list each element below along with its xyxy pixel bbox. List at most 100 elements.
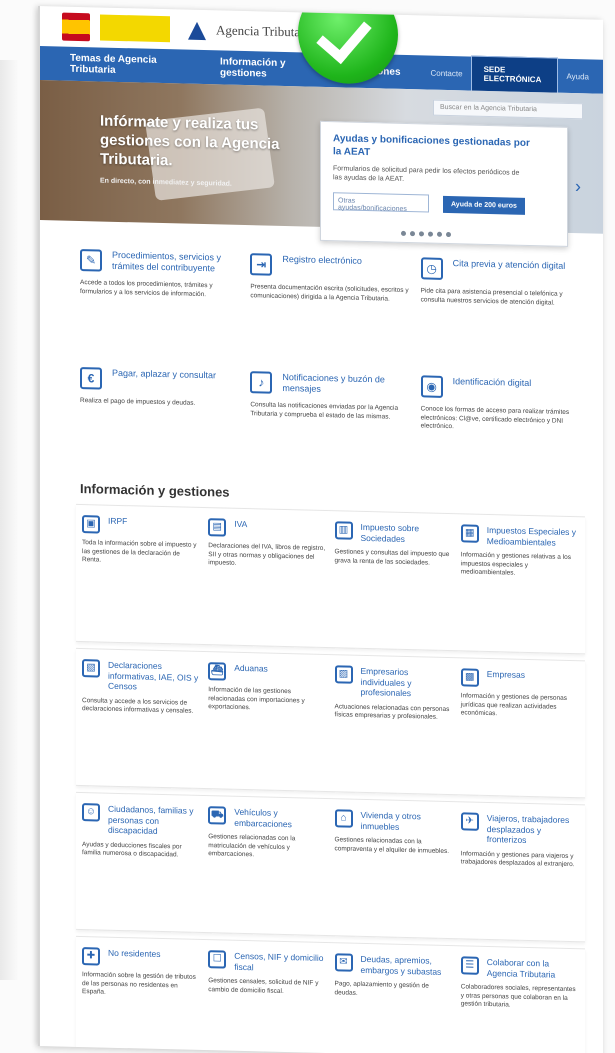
- info-card-desc: Información y gestiones para viajeros y …: [460, 849, 575, 869]
- service-card-title[interactable]: Registro electrónico: [282, 254, 362, 267]
- info-card-desc: Gestiones censales, solicitud de NIF y c…: [208, 977, 319, 995]
- info-card-desc: Información y gestiones relativas a los …: [460, 551, 571, 577]
- nav-link-ayuda[interactable]: Ayuda: [566, 71, 589, 81]
- info-card-title[interactable]: Declaraciones informativas, IAE, OIS y C…: [108, 660, 200, 694]
- info-card-desc: Gestiones y consultas del impuesto que g…: [334, 548, 450, 567]
- carousel-dot[interactable]: [428, 231, 433, 237]
- ministry-logo: [100, 14, 170, 43]
- info-card-title[interactable]: Vehículos y embarcaciones: [234, 807, 326, 830]
- info-card-title[interactable]: IRPF: [108, 516, 127, 527]
- info-grid: ▣ IRPF Toda la información sobre el impues…: [76, 505, 585, 653]
- service-card-desc: Conoce los formas de acceso para realiza…: [420, 405, 570, 431]
- info-card-head: ▣ IRPF: [82, 515, 200, 536]
- printed-page: Agencia Tributaria Temas de Agencia Trib…: [38, 6, 603, 1053]
- info-card-title[interactable]: Empresas: [487, 669, 525, 680]
- colaborar-icon: ☰: [460, 956, 479, 975]
- info-card-head: ✈ Viajeros, trabajadores desplazados y fr…: [460, 812, 579, 847]
- info-card-title[interactable]: Deudas, apremios, embargos y subastas: [361, 954, 453, 977]
- info-card-desc: Ayudas y deducciones fiscales por famili…: [82, 840, 182, 859]
- service-card[interactable]: ♪ Notificaciones y buzón de mensajes Consu…: [250, 371, 408, 479]
- agency-logo-icon: [188, 19, 206, 41]
- info-card-title[interactable]: Ciudadanos, familias y personas con disc…: [108, 804, 200, 838]
- services-grid: ✎ Procedimientos, servicios y trámites de…: [40, 220, 603, 484]
- service-card-title[interactable]: Notificaciones y buzón de mensajes: [282, 372, 408, 397]
- info-card[interactable]: ⛴ Aduanas Información de las gestiones rel…: [208, 662, 326, 781]
- info-card-title[interactable]: Viajeros, trabajadores desplazados y fro…: [487, 813, 579, 847]
- info-card-desc: Información de las gestiones relacionada…: [208, 686, 305, 712]
- service-card-title[interactable]: Pagar, aplazar y consultar: [112, 368, 216, 382]
- carousel-dot[interactable]: [401, 230, 406, 236]
- info-card[interactable]: ▤ IVA Declaraciones del IVA, libros de reg…: [208, 518, 326, 637]
- carousel-dots: [401, 230, 451, 238]
- info-card-head: ▨ Empresarios individuales y profesionale…: [334, 665, 453, 700]
- info-card-title[interactable]: Impuesto sobre Sociedades: [361, 522, 453, 545]
- info-grid: ☺ Ciudadanos, familias y personas con dis…: [76, 793, 585, 941]
- ayuda-200-button[interactable]: Ayuda de 200 euros: [443, 195, 525, 215]
- ayudas-card-actions: Otras ayudas/bonificaciones Ayuda de 200…: [333, 192, 555, 215]
- info-grid: ▧ Declaraciones informativas, IAE, OIS y …: [76, 649, 585, 797]
- info-card[interactable]: ▨ Empresarios individuales y profesionale…: [334, 665, 453, 784]
- info-card[interactable]: ▦ Impuestos Especiales y Medioambientales…: [460, 524, 579, 643]
- info-card[interactable]: ☰ Colaborar con la Agencia Tributaria Cola…: [460, 956, 579, 1053]
- service-card-desc: Realiza el pago de impuestos y deudas.: [80, 397, 196, 407]
- nav-link-contacte[interactable]: Contacte: [431, 68, 463, 78]
- service-card[interactable]: € Pagar, aplazar y consultar Realiza el pa…: [80, 367, 238, 475]
- service-card-title[interactable]: Cita previa y atención digital: [453, 258, 566, 272]
- info-card[interactable]: ▥ Impuesto sobre Sociedades Gestiones y co…: [334, 521, 453, 640]
- service-card-head: ♪ Notificaciones y buzón de mensajes: [250, 371, 408, 397]
- chart-icon: ▩: [460, 668, 479, 687]
- ayudas-card-text: Formularios de solicitud para pedir los …: [333, 165, 520, 183]
- service-card-head: ✎ Procedimientos, servicios y trámites de…: [80, 249, 238, 275]
- info-card-desc: Pago, aplazamiento y gestión de deudas.: [334, 980, 429, 997]
- service-card[interactable]: ⇥ Registro electrónico Presenta documentac…: [250, 253, 409, 361]
- info-card[interactable]: ☐ Censos, NIF y domicilio fiscal Gestiones…: [208, 950, 326, 1053]
- ship-icon: ⛴: [208, 662, 227, 681]
- sede-electronica-button[interactable]: SEDE ELECTRÓNICA: [470, 55, 559, 94]
- info-block: ✚ No residentes Información sobre la gesti…: [76, 935, 585, 1053]
- info-card-head: ⌂ Vivienda y otros inmuebles: [334, 809, 453, 833]
- service-card-title[interactable]: Identificación digital: [453, 376, 532, 389]
- ayudas-card-title[interactable]: Ayudas y bonificaciones gestionadas por …: [333, 132, 533, 163]
- carousel-dot[interactable]: [410, 231, 415, 237]
- carousel-dot[interactable]: [419, 231, 424, 237]
- info-card[interactable]: ⌂ Vivienda y otros inmuebles Gestiones rel…: [334, 809, 453, 928]
- info-card[interactable]: ✉ Deudas, apremios, embargos y subastas Pa…: [334, 953, 453, 1053]
- info-card-desc: Declaraciones del IVA, libros de registr…: [208, 542, 326, 567]
- info-card-title[interactable]: Censos, NIF y domicilio fiscal: [234, 951, 326, 974]
- info-card[interactable]: ✚ No residentes Información sobre la gesti…: [82, 947, 200, 1053]
- info-card-title[interactable]: Impuestos Especiales y Medioambientales: [487, 525, 579, 548]
- info-card-title[interactable]: Colaborar con la Agencia Tributaria: [487, 957, 579, 980]
- info-card-title[interactable]: Vivienda y otros inmuebles: [361, 810, 453, 833]
- service-card[interactable]: ◉ Identificación digital Conoce los formas…: [420, 375, 579, 483]
- info-card-head: ▩ Empresas: [460, 668, 579, 689]
- info-card-title[interactable]: IVA: [234, 519, 247, 530]
- info-card[interactable]: ☺ Ciudadanos, familias y personas con dis…: [82, 803, 200, 922]
- info-card-title[interactable]: Empresarios individuales y profesionales: [361, 666, 453, 700]
- nav-item-temas[interactable]: Temas de Agencia Tributaria: [70, 53, 190, 78]
- carousel-dot[interactable]: [437, 231, 442, 237]
- info-blocks: ▣ IRPF Toda la información sobre el impues…: [40, 503, 603, 1053]
- service-card[interactable]: ◷ Cita previa y atención digital Pide cita…: [420, 257, 579, 365]
- info-block: ▣ IRPF Toda la información sobre el impues…: [76, 503, 585, 655]
- info-card[interactable]: ▧ Declaraciones informativas, IAE, OIS y …: [82, 659, 200, 778]
- info-card-head: ▥ Impuesto sobre Sociedades: [334, 521, 453, 545]
- service-card-title[interactable]: Procedimientos, servicios y trámites del…: [112, 250, 238, 275]
- house-icon: ⌂: [334, 809, 353, 828]
- search-input[interactable]: Buscar en la Agencia Tributaria: [433, 99, 583, 120]
- service-card-desc: Pide cita para asistencia presencial o t…: [420, 287, 563, 307]
- info-card[interactable]: ⛟ Vehículos y embarcaciones Gestiones rela…: [208, 806, 326, 925]
- service-card-desc: Presenta documentación escrita (solicitu…: [250, 283, 409, 303]
- info-card-title[interactable]: No residentes: [108, 948, 160, 960]
- service-card[interactable]: ✎ Procedimientos, servicios y trámites de…: [80, 249, 238, 357]
- info-card-head: ⛴ Aduanas: [208, 662, 326, 683]
- ayudas-select[interactable]: Otras ayudas/bonificaciones: [333, 192, 429, 213]
- info-card-title[interactable]: Aduanas: [234, 663, 268, 674]
- info-card[interactable]: ▩ Empresas Información y gestiones de pers…: [460, 668, 579, 787]
- info-card[interactable]: ▣ IRPF Toda la información sobre el impues…: [82, 515, 200, 634]
- info-card-desc: Colaboradores sociales, representantes y…: [460, 983, 576, 1009]
- carousel-dot[interactable]: [446, 231, 451, 238]
- background-shadow: [0, 60, 18, 980]
- carousel-next-icon[interactable]: ›: [575, 176, 581, 197]
- info-card[interactable]: ✈ Viajeros, trabajadores desplazados y fr…: [460, 812, 579, 931]
- info-card-head: ☰ Colaborar con la Agencia Tributaria: [460, 956, 579, 980]
